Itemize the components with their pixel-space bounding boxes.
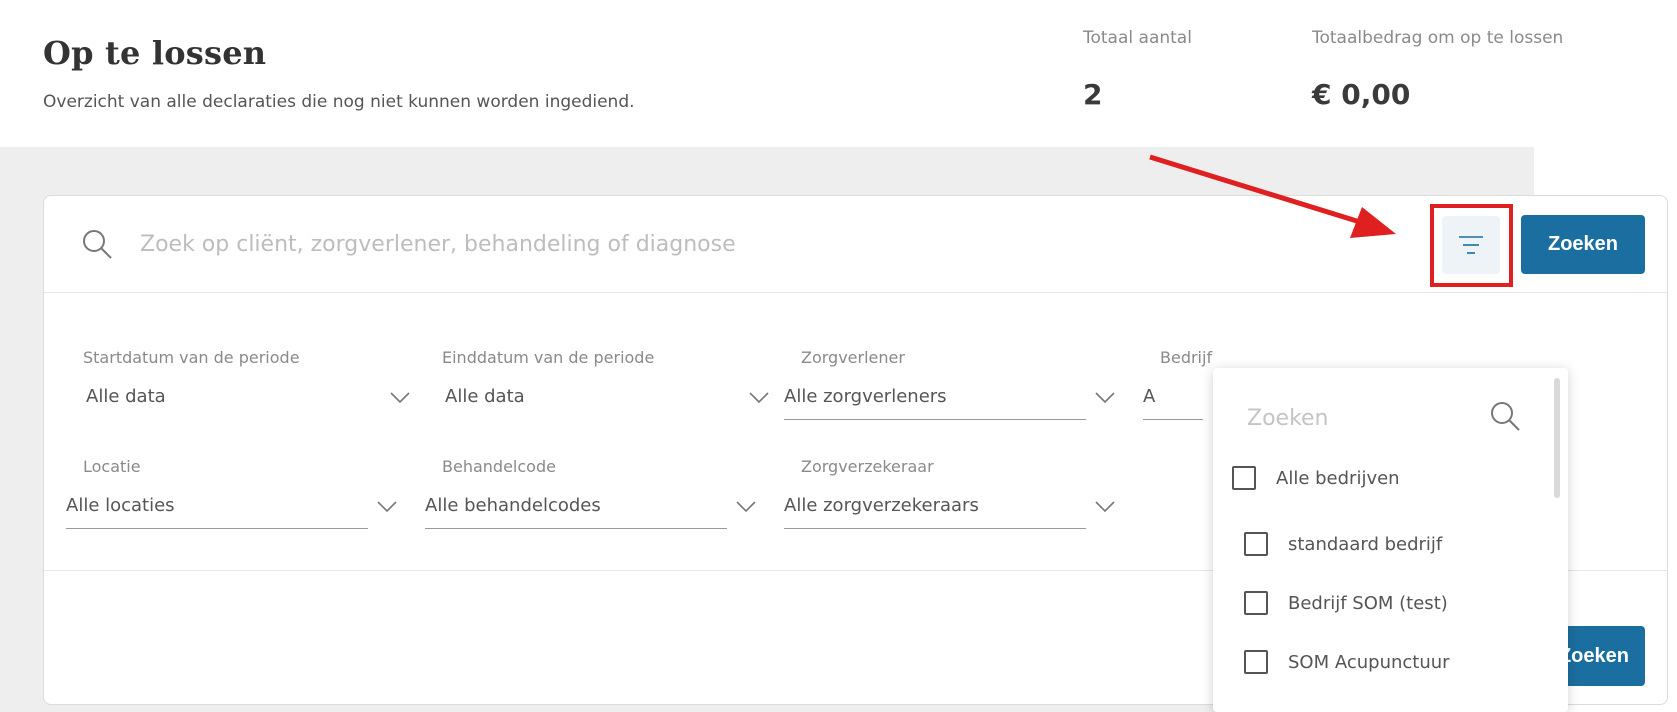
page-title: Op te lossen	[43, 34, 267, 72]
insurer-select[interactable]: Alle zorgverzekeraars	[784, 485, 1115, 529]
company-option-label: SOM Acupunctuur	[1288, 651, 1450, 673]
total-amount-label: Totaalbedrag om op te lossen	[1312, 28, 1564, 48]
chevron-down-icon	[736, 501, 756, 513]
company-search-input[interactable]	[1247, 398, 1487, 438]
checkbox[interactable]	[1244, 650, 1268, 674]
company-option[interactable]: standaard bedrijf	[1244, 532, 1442, 556]
company-option-label: Alle bedrijven	[1276, 467, 1400, 489]
total-count-value: 2	[1083, 78, 1103, 111]
checkbox[interactable]	[1244, 532, 1268, 556]
company-option-all[interactable]: Alle bedrijven	[1232, 466, 1400, 490]
checkbox[interactable]	[1232, 466, 1256, 490]
location-value: Alle locaties	[66, 495, 175, 516]
chevron-down-icon	[377, 501, 397, 513]
chevron-down-icon	[1095, 392, 1115, 404]
highlight-box	[1430, 204, 1513, 287]
company-option[interactable]: SOM Acupunctuur	[1244, 650, 1450, 674]
start-date-value: Alle data	[86, 386, 166, 407]
start-date-select[interactable]: Alle data	[86, 376, 410, 420]
search-button[interactable]: Zoeken	[1521, 215, 1645, 274]
treatment-code-select[interactable]: Alle behandelcodes	[425, 485, 756, 529]
end-date-value: Alle data	[445, 386, 525, 407]
end-date-select[interactable]: Alle data	[445, 376, 769, 420]
location-label: Locatie	[83, 457, 141, 476]
search-icon	[1491, 402, 1520, 431]
insurer-value: Alle zorgverzekeraars	[784, 495, 979, 516]
total-amount-value: € 0,00	[1312, 78, 1411, 111]
company-dropdown: Alle bedrijven standaard bedrijf Bedrijf…	[1213, 368, 1568, 712]
end-date-label: Einddatum van de periode	[442, 348, 655, 367]
chevron-down-icon	[1095, 501, 1115, 513]
scrollbar[interactable]	[1554, 378, 1560, 498]
company-option-label: standaard bedrijf	[1288, 533, 1443, 555]
treatment-code-label: Behandelcode	[442, 457, 556, 476]
company-select[interactable]: A	[1143, 376, 1203, 420]
insurer-label: Zorgverzekeraar	[801, 457, 934, 476]
search-bar: Zoeken	[44, 196, 1667, 293]
company-value: A	[1143, 386, 1156, 407]
search-icon	[83, 230, 112, 259]
chevron-down-icon	[390, 392, 410, 404]
chevron-down-icon	[749, 392, 769, 404]
page-header: Op te lossen Overzicht van alle declarat…	[0, 0, 1677, 147]
company-label: Bedrijf	[1160, 348, 1213, 367]
location-select[interactable]: Alle locaties	[66, 485, 397, 529]
total-count-label: Totaal aantal	[1083, 28, 1192, 48]
provider-select[interactable]: Alle zorgverleners	[784, 376, 1115, 420]
start-date-label: Startdatum van de periode	[83, 348, 300, 367]
provider-value: Alle zorgverleners	[784, 386, 947, 407]
company-option-label: Bedrijf SOM (test)	[1288, 592, 1448, 614]
checkbox[interactable]	[1244, 591, 1268, 615]
treatment-code-value: Alle behandelcodes	[425, 495, 601, 516]
provider-label: Zorgverlener	[801, 348, 905, 367]
company-option[interactable]: Bedrijf SOM (test)	[1244, 591, 1448, 615]
page-subtitle: Overzicht van alle declaraties die nog n…	[43, 92, 635, 112]
search-input[interactable]	[140, 221, 1290, 267]
